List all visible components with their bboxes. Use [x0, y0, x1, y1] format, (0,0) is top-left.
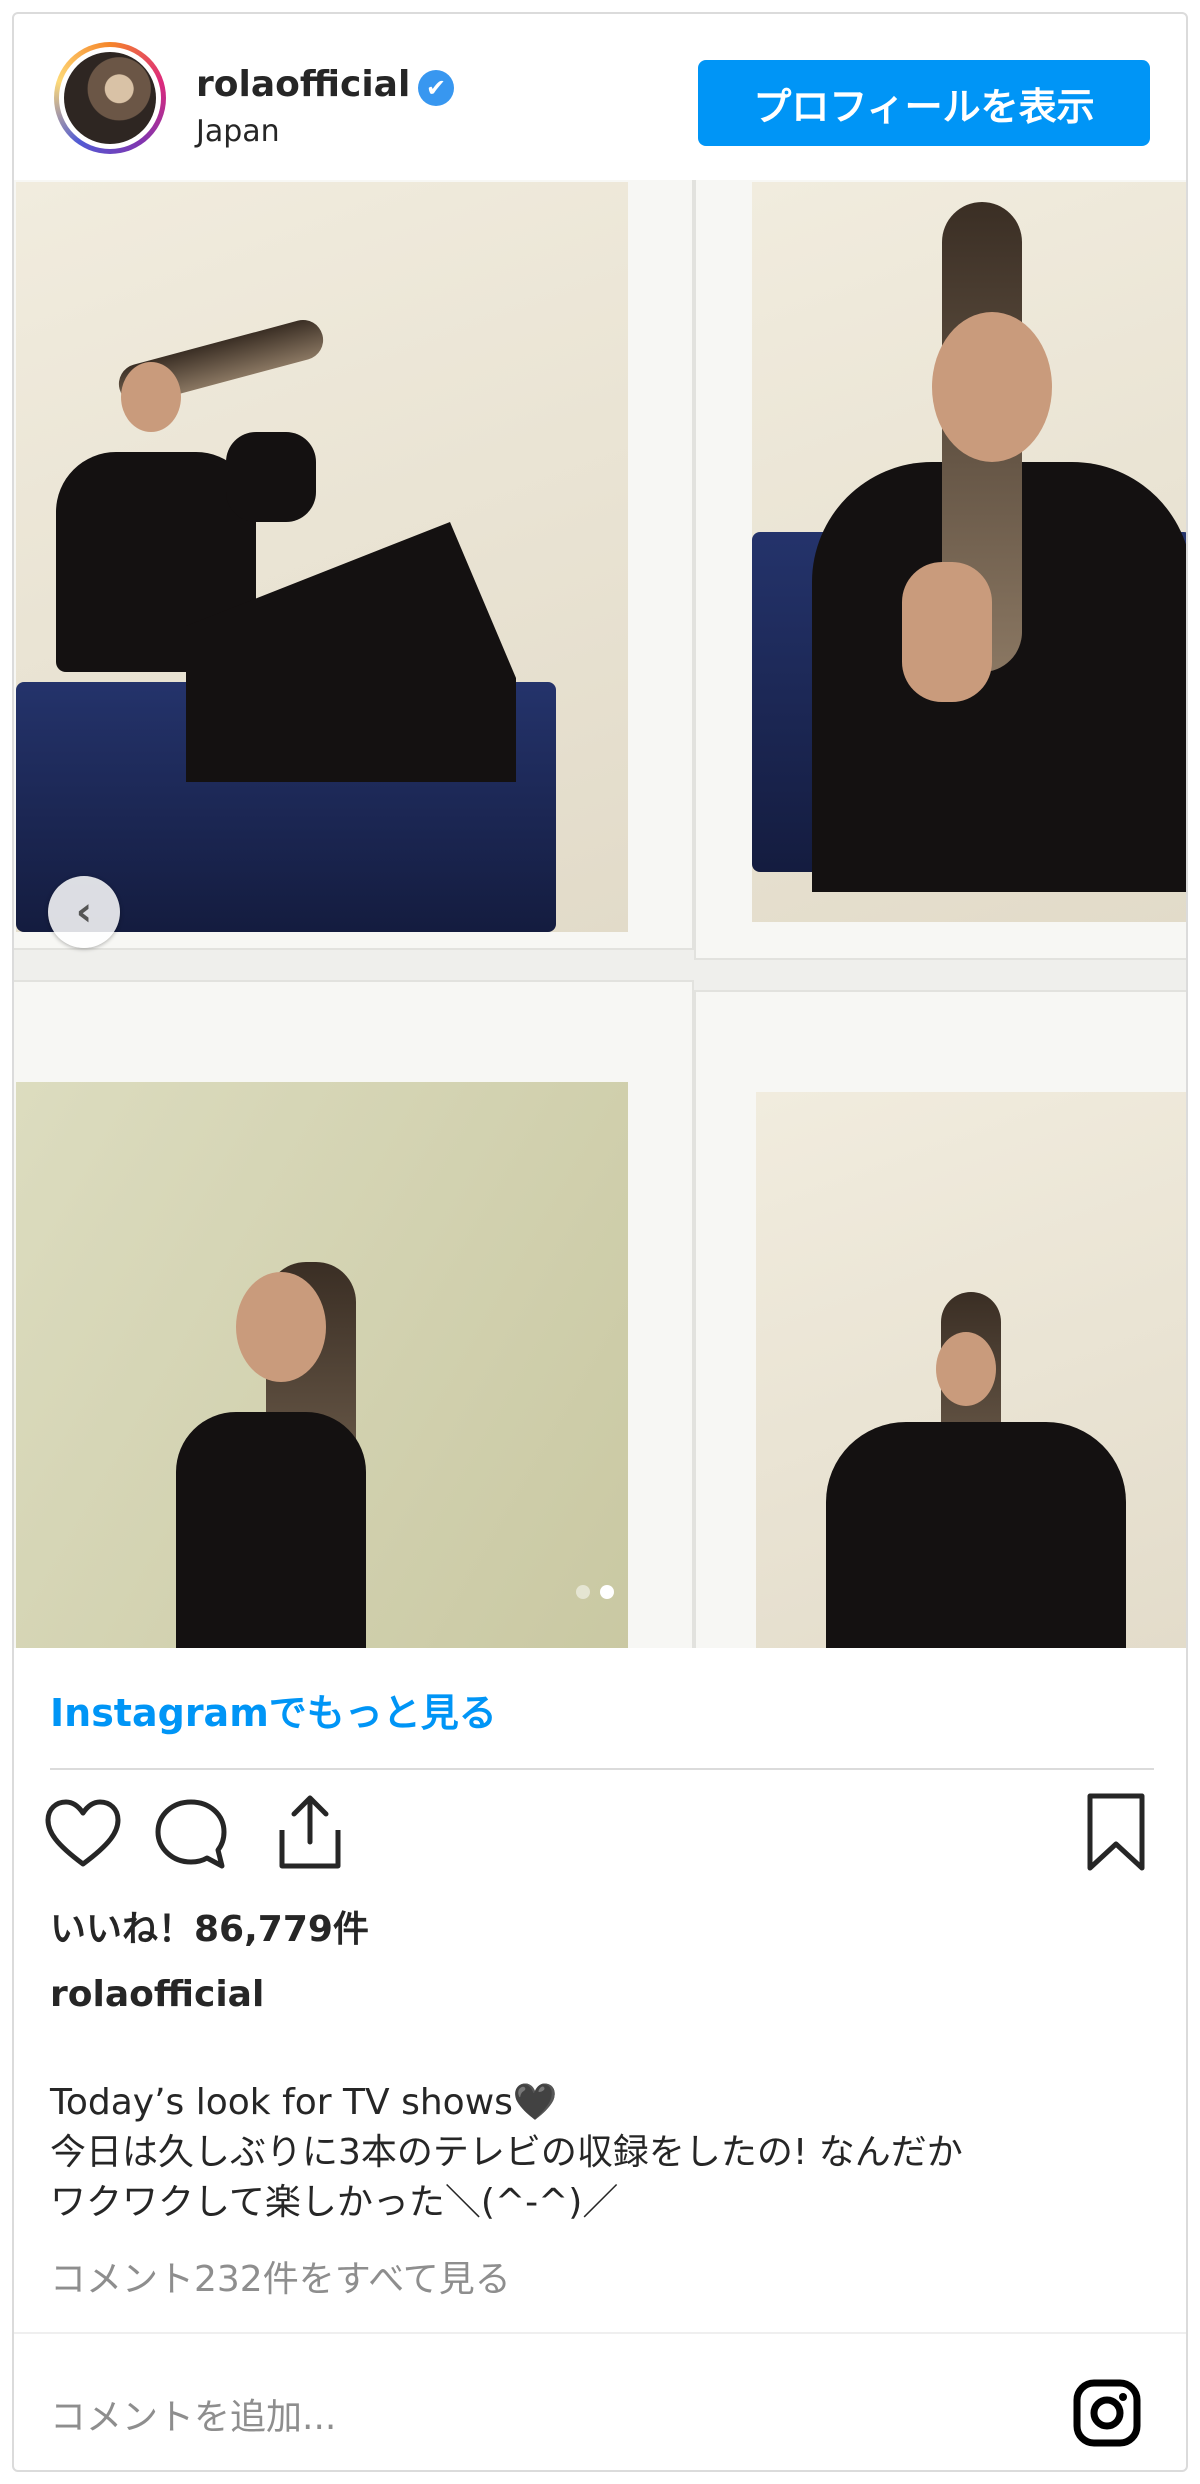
caption-line: Today’s look for TV shows🖤 [50, 2082, 558, 2123]
caption-line: ワクワクして楽しかった＼(^-^)／ [50, 2182, 619, 2223]
share-icon[interactable] [272, 1792, 348, 1872]
bookmark-icon[interactable] [1084, 1792, 1148, 1872]
username[interactable]: rolaofficial [196, 64, 410, 105]
polaroid-top-left [14, 180, 694, 950]
caption-username[interactable]: rolaofficial [50, 1974, 264, 2015]
verified-badge-icon: ✔ [418, 70, 454, 106]
instagram-embed: rolaofficial ✔ Japan プロフィールを表示 ‹ Instagr… [12, 12, 1188, 2472]
caption-text: Today’s look for TV shows🖤 今日は久しぶりに3本のテレ… [50, 2078, 1160, 2228]
instagram-logo-icon[interactable] [1072, 2378, 1142, 2448]
polaroid-bottom-right [694, 990, 1186, 1648]
post-photo[interactable]: ‹ [14, 180, 1186, 1648]
carousel-indicator [576, 1584, 624, 1602]
photo-pose-seated-wide [756, 1092, 1186, 1648]
carousel-dot-1 [576, 1585, 590, 1599]
carousel-dot-2 [600, 1585, 614, 1599]
photo-pose-profile [16, 1082, 628, 1648]
view-all-comments-link[interactable]: コメント232件をすべて見る [50, 2250, 511, 2302]
polaroid-bottom-left [14, 980, 694, 1648]
location[interactable]: Japan [196, 114, 280, 149]
add-comment-input[interactable]: コメントを追加... [50, 2388, 336, 2440]
likes-count[interactable]: いいね！86,779件 [50, 1900, 369, 1952]
avatar[interactable] [54, 42, 166, 154]
view-profile-button[interactable]: プロフィールを表示 [698, 60, 1150, 146]
divider [14, 2332, 1186, 2334]
photo-pose-chin-rest [752, 182, 1186, 922]
view-more-on-instagram-link[interactable]: Instagramでもっと見る [50, 1682, 497, 1737]
photo-pose-sitting [16, 182, 628, 932]
previous-slide-button[interactable]: ‹ [48, 876, 120, 948]
post-header: rolaofficial ✔ Japan プロフィールを表示 [14, 14, 1186, 180]
heart-icon[interactable] [44, 1798, 122, 1870]
comment-icon[interactable] [152, 1796, 230, 1872]
caption-line: 今日は久しぶりに3本のテレビの収録をしたの! なんだか [50, 2132, 963, 2173]
divider [50, 1768, 1154, 1770]
avatar-image [64, 52, 156, 144]
polaroid-top-right [694, 180, 1186, 960]
